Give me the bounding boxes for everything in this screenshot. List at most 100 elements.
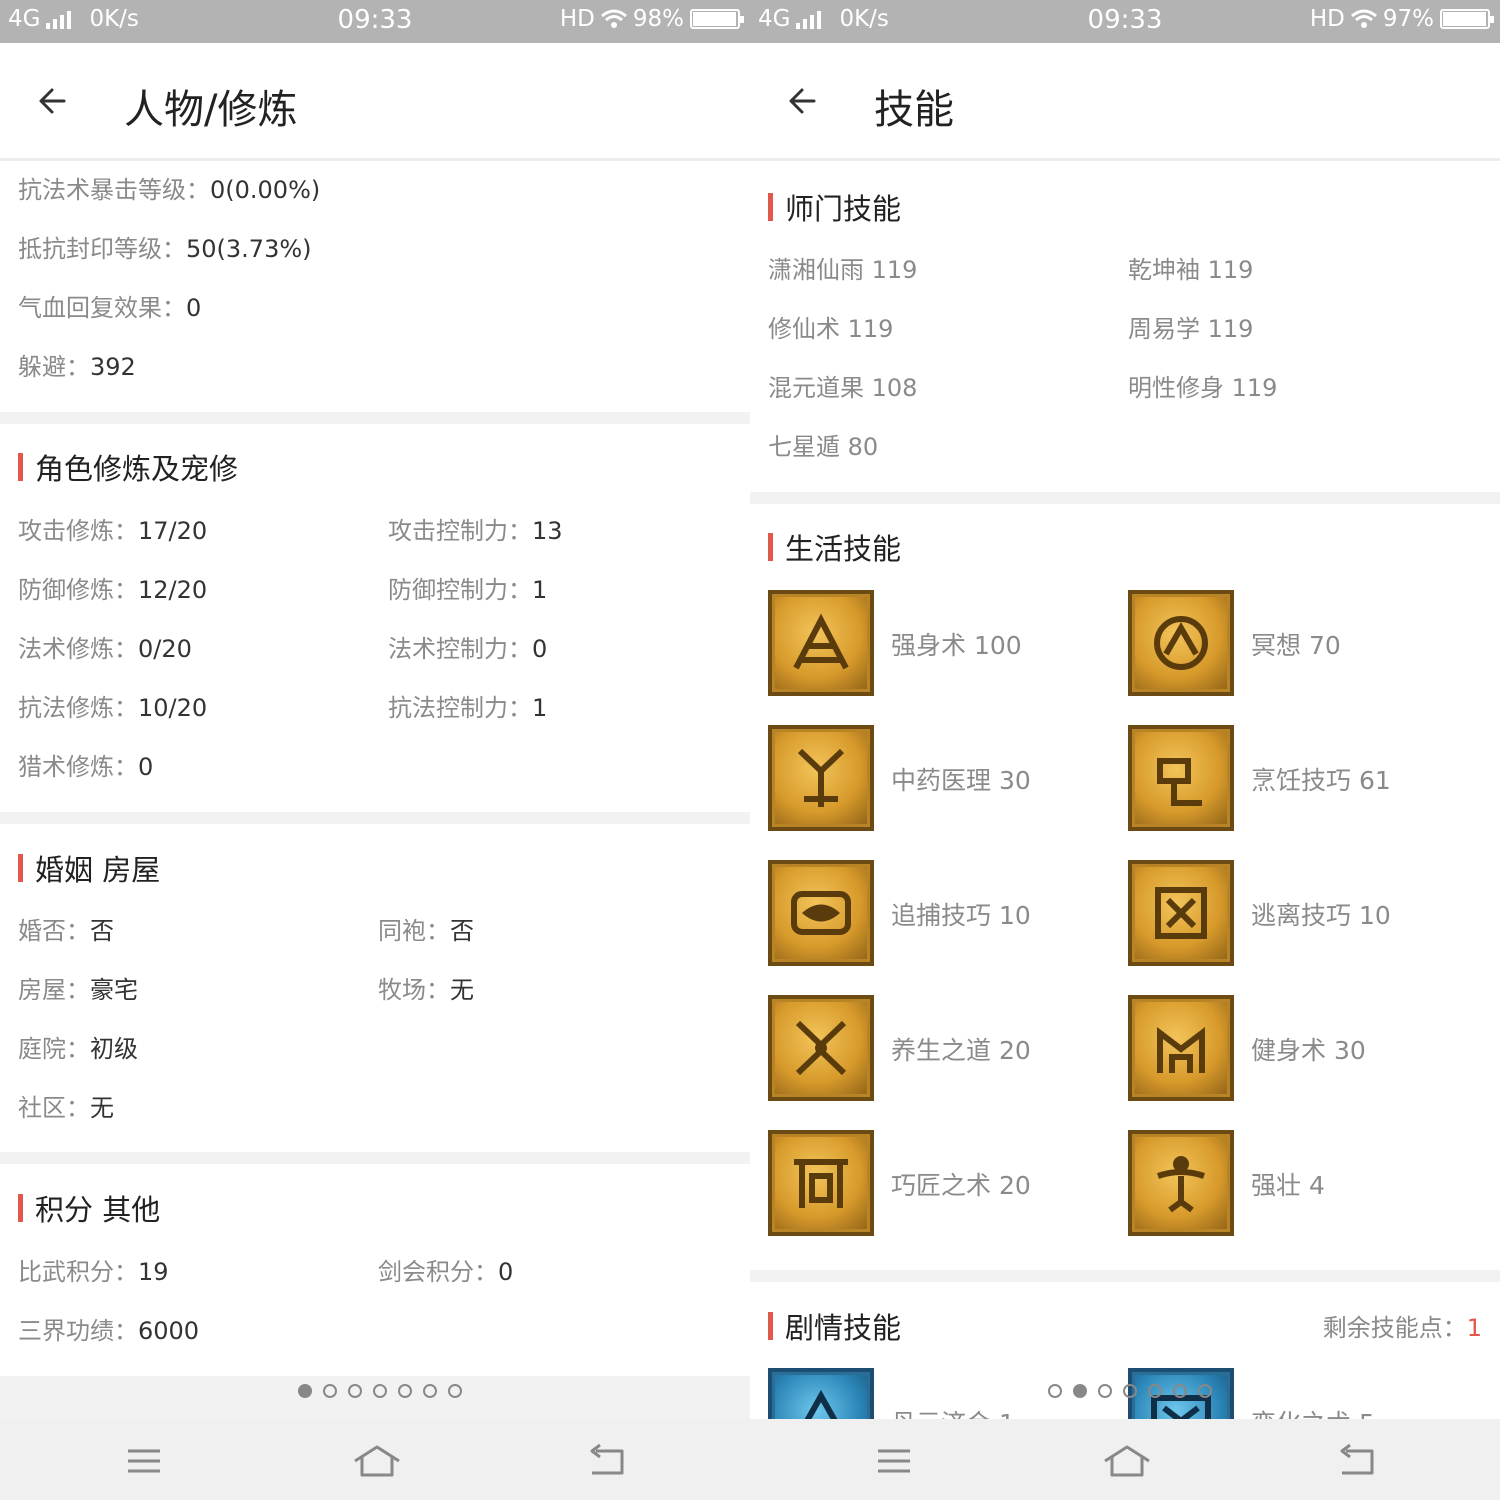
page-dot[interactable] bbox=[298, 1384, 312, 1398]
menu-icon[interactable] bbox=[124, 1443, 164, 1479]
back-arrow-icon[interactable] bbox=[36, 81, 76, 121]
points-row: 三界功绩：6000 bbox=[18, 1317, 200, 1345]
section-divider bbox=[750, 492, 1500, 504]
hd-indicator: HD bbox=[1309, 6, 1345, 32]
back-nav-icon[interactable] bbox=[1336, 1443, 1376, 1479]
story-skill-label[interactable]: 丹元济会 1 bbox=[891, 1404, 1015, 1419]
cultivation-row: 攻击修炼：17/20 bbox=[18, 517, 208, 545]
section-divider bbox=[0, 412, 750, 424]
home-icon[interactable] bbox=[1102, 1443, 1152, 1479]
control-row: 防御控制力：1 bbox=[388, 576, 548, 604]
page-dot[interactable] bbox=[1073, 1384, 1087, 1398]
page-dot[interactable] bbox=[1048, 1384, 1062, 1398]
life-skill-label[interactable]: 逃离技巧 10 bbox=[1251, 896, 1391, 932]
battery-percent: 98% bbox=[632, 6, 684, 32]
craftsman-icon[interactable] bbox=[768, 1130, 874, 1236]
cultivation-row: 法术修炼：0/20 bbox=[18, 635, 192, 663]
cooking-icon[interactable] bbox=[1128, 725, 1234, 831]
life-skill-label[interactable]: 追捕技巧 10 bbox=[891, 896, 1031, 932]
page-title: 技能 bbox=[874, 87, 954, 133]
page-dot[interactable] bbox=[1198, 1384, 1212, 1398]
strength-icon[interactable] bbox=[768, 590, 874, 696]
page-dot[interactable] bbox=[1173, 1384, 1187, 1398]
school-skill[interactable]: 修仙术 119 bbox=[768, 309, 893, 344]
stat-row: 抗法术暴击等级：0(0.00%) bbox=[18, 176, 321, 204]
life-skill-label[interactable]: 健身术 30 bbox=[1251, 1031, 1366, 1067]
life-skill-label[interactable]: 强身术 100 bbox=[891, 626, 1022, 662]
battery-icon bbox=[690, 9, 744, 29]
section-title-cultivation: 角色修炼及宠修 bbox=[18, 446, 238, 488]
cultivation-row: 猎术修炼：0 bbox=[18, 753, 154, 781]
page-dot[interactable] bbox=[373, 1384, 387, 1398]
page-dot[interactable] bbox=[448, 1384, 462, 1398]
escape-icon[interactable] bbox=[1128, 860, 1234, 966]
school-skill[interactable]: 七星遁 80 bbox=[768, 427, 878, 462]
story-skill-icon[interactable] bbox=[768, 1368, 874, 1419]
hd-indicator: HD bbox=[559, 6, 595, 32]
app-bar: 人物/修炼 bbox=[0, 43, 750, 161]
page-dot[interactable] bbox=[1148, 1384, 1162, 1398]
battery-icon bbox=[1440, 9, 1494, 29]
wifi-icon bbox=[600, 9, 627, 28]
section-title-school-skills: 师门技能 bbox=[768, 186, 901, 228]
page-indicator[interactable] bbox=[1048, 1384, 1212, 1398]
school-skill[interactable]: 混元道果 108 bbox=[768, 368, 917, 403]
character-content: 抗法术暴击等级：0(0.00%) 抵抗封印等级：50(3.73%) 气血回复效果… bbox=[0, 164, 750, 1419]
school-skill[interactable]: 明性修身 119 bbox=[1128, 368, 1277, 403]
page-dot[interactable] bbox=[1098, 1384, 1112, 1398]
cultivation-row: 防御修炼：12/20 bbox=[18, 576, 208, 604]
health-preservation-icon[interactable] bbox=[768, 995, 874, 1101]
app-bar: 技能 bbox=[750, 43, 1500, 161]
section-divider bbox=[750, 1270, 1500, 1282]
section-title-life-skills: 生活技能 bbox=[768, 526, 901, 568]
fitness-icon[interactable] bbox=[1128, 995, 1234, 1101]
page-indicator[interactable] bbox=[298, 1384, 462, 1398]
marriage-row: 同袍：否 bbox=[378, 917, 474, 945]
right-screen: 4G 0K/s 09:33 HD 97% 技能 师门技能 潇湘仙雨 119 修仙… bbox=[750, 0, 1500, 1500]
marriage-row: 庭院：初级 bbox=[18, 1035, 138, 1063]
life-skill-label[interactable]: 强壮 4 bbox=[1251, 1166, 1325, 1202]
skills-content: 师门技能 潇湘仙雨 119 修仙术 119 混元道果 108 七星遁 80 乾坤… bbox=[750, 164, 1500, 1419]
battery-percent: 97% bbox=[1382, 6, 1434, 32]
page-dot[interactable] bbox=[323, 1384, 337, 1398]
back-nav-icon[interactable] bbox=[586, 1443, 626, 1479]
control-row: 攻击控制力：13 bbox=[388, 517, 563, 545]
section-title-points: 积分 其他 bbox=[18, 1187, 160, 1229]
marriage-row: 婚否：否 bbox=[18, 917, 114, 945]
menu-icon[interactable] bbox=[874, 1443, 914, 1479]
control-row: 抗法控制力：1 bbox=[388, 694, 548, 722]
system-nav-bar bbox=[750, 1419, 1500, 1500]
status-bar: 4G 0K/s 09:33 HD 97% bbox=[750, 0, 1500, 43]
life-skill-label[interactable]: 冥想 70 bbox=[1251, 626, 1341, 662]
marriage-row: 房屋：豪宅 bbox=[18, 976, 138, 1004]
life-skill-label[interactable]: 中药医理 30 bbox=[891, 761, 1031, 797]
school-skill[interactable]: 潇湘仙雨 119 bbox=[768, 250, 917, 285]
life-skill-label[interactable]: 巧匠之术 20 bbox=[891, 1166, 1031, 1202]
muscle-icon[interactable] bbox=[1128, 1130, 1234, 1236]
home-icon[interactable] bbox=[352, 1443, 402, 1479]
story-skill-label[interactable]: 变化之术 5 bbox=[1251, 1404, 1375, 1419]
herbal-medicine-icon[interactable] bbox=[768, 725, 874, 831]
points-row: 剑会积分：0 bbox=[378, 1258, 514, 1286]
section-title-story-skills: 剧情技能 bbox=[768, 1305, 901, 1347]
marriage-row: 牧场：无 bbox=[378, 976, 474, 1004]
status-bar: 4G 0K/s 09:33 HD 98% bbox=[0, 0, 750, 43]
page-dot[interactable] bbox=[348, 1384, 362, 1398]
back-arrow-icon[interactable] bbox=[786, 81, 826, 121]
stat-row: 躲避：392 bbox=[18, 353, 136, 381]
marriage-row: 社区：无 bbox=[18, 1094, 114, 1122]
section-divider bbox=[0, 1152, 750, 1164]
page-title: 人物/修炼 bbox=[124, 87, 298, 133]
pursuit-icon[interactable] bbox=[768, 860, 874, 966]
life-skill-label[interactable]: 烹饪技巧 61 bbox=[1251, 761, 1391, 797]
page-dot[interactable] bbox=[1123, 1384, 1137, 1398]
life-skill-label[interactable]: 养生之道 20 bbox=[891, 1031, 1031, 1067]
school-skill[interactable]: 乾坤袖 119 bbox=[1128, 250, 1253, 285]
page-dot[interactable] bbox=[423, 1384, 437, 1398]
left-screen: 4G 0K/s 09:33 HD 98% 人物/修炼 抗法术暴击等级：0(0.0… bbox=[0, 0, 750, 1500]
school-skill[interactable]: 周易学 119 bbox=[1128, 309, 1253, 344]
system-nav-bar bbox=[0, 1419, 750, 1500]
meditation-icon[interactable] bbox=[1128, 590, 1234, 696]
page-dot[interactable] bbox=[398, 1384, 412, 1398]
section-divider bbox=[0, 812, 750, 824]
